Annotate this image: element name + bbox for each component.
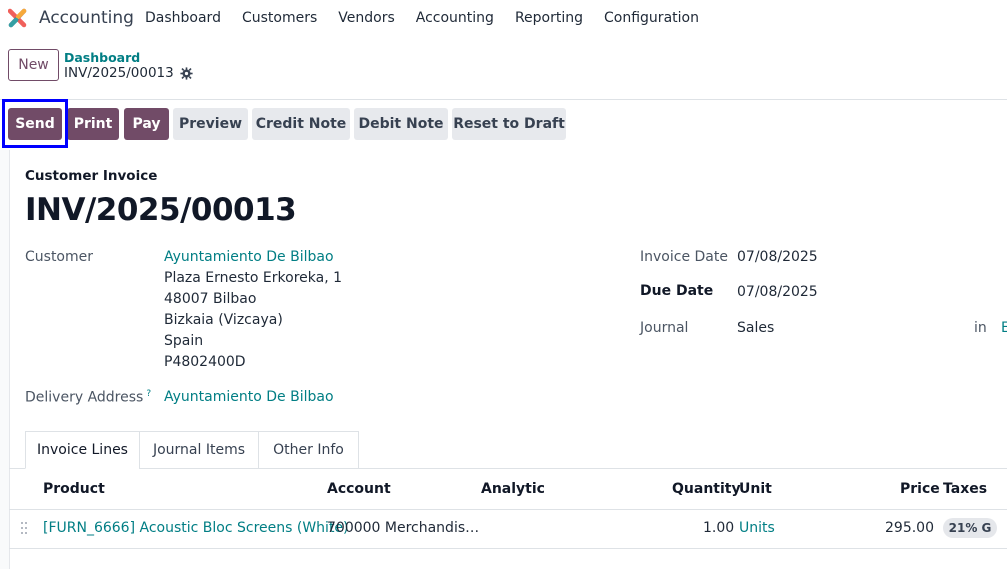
customer-name-link[interactable]: Ayuntamiento De Bilbao: [164, 249, 334, 265]
help-icon[interactable]: ?: [146, 389, 151, 399]
line-product-link[interactable]: [FURN_6666] Acoustic Bloc Screens (White…: [43, 520, 349, 536]
address-line: Spain: [164, 333, 204, 349]
invoice-date-field[interactable]: 07/08/2025: [737, 249, 818, 265]
line-account[interactable]: 700000 Merchandis…: [327, 520, 479, 536]
drag-handle-icon[interactable]: [21, 522, 29, 536]
due-date-label: Due Date: [640, 283, 714, 299]
column-account[interactable]: Account: [327, 481, 391, 497]
document-type: Customer Invoice: [25, 168, 158, 184]
journal-currency-link[interactable]: E: [1001, 320, 1007, 336]
line-unit-link[interactable]: Units: [739, 520, 775, 536]
journal-label: Journal: [640, 320, 689, 336]
delivery-address-label: Delivery Address?: [25, 389, 151, 406]
credit-note-button[interactable]: Credit Note: [252, 108, 350, 140]
breadcrumb-current: INV/2025/00013: [64, 65, 193, 81]
column-price[interactable]: Price: [900, 481, 940, 497]
invoice-date-label: Invoice Date: [640, 249, 728, 265]
column-analytic[interactable]: Analytic: [481, 481, 545, 497]
pay-button[interactable]: Pay: [124, 108, 169, 140]
address-line: 48007 Bilbao: [164, 291, 257, 307]
menu-configuration[interactable]: Configuration: [604, 10, 699, 26]
menu-vendors[interactable]: Vendors: [338, 10, 394, 26]
column-taxes[interactable]: Taxes: [943, 481, 987, 497]
reset-to-draft-button[interactable]: Reset to Draft: [452, 108, 566, 140]
print-button[interactable]: Print: [67, 108, 119, 140]
tab-other-info[interactable]: Other Info: [258, 431, 359, 469]
send-highlight-box: [2, 99, 68, 148]
column-unit[interactable]: Unit: [739, 481, 772, 497]
journal-in-label: in: [974, 320, 987, 336]
tab-journal-items[interactable]: Journal Items: [139, 431, 259, 469]
top-navbar: Accounting Dashboard Customers Vendors A…: [0, 0, 1007, 36]
line-price[interactable]: 295.00: [885, 520, 934, 536]
tax-id: P4802400D: [164, 354, 246, 370]
menu-customers[interactable]: Customers: [242, 10, 317, 26]
tax-badge[interactable]: 21% G: [943, 518, 997, 538]
gear-icon[interactable]: [180, 66, 193, 80]
journal-field[interactable]: Sales: [737, 320, 774, 336]
row-divider: [9, 548, 1007, 549]
column-quantity[interactable]: Quantity: [672, 481, 741, 497]
menu-reporting[interactable]: Reporting: [515, 10, 583, 26]
tab-invoice-lines[interactable]: Invoice Lines: [25, 431, 140, 469]
customer-label: Customer: [25, 249, 94, 265]
delivery-address-text: Delivery Address: [25, 389, 144, 406]
due-date-field[interactable]: 07/08/2025: [737, 284, 818, 300]
address-line: Bizkaia (Vizcaya): [164, 312, 283, 328]
action-bar: Send Print Pay Preview Credit Note Debit…: [0, 100, 1007, 150]
app-name[interactable]: Accounting: [39, 8, 134, 28]
address-line: Plaza Ernesto Erkoreka, 1: [164, 270, 343, 286]
debit-note-button[interactable]: Debit Note: [354, 108, 448, 140]
menu-dashboard[interactable]: Dashboard: [145, 10, 221, 26]
record-name: INV/2025/00013: [64, 65, 174, 81]
line-quantity[interactable]: 1.00: [703, 520, 734, 536]
accounting-app-icon[interactable]: [8, 8, 28, 28]
main-menu: Dashboard Customers Vendors Accounting R…: [145, 10, 720, 26]
breadcrumb-dashboard[interactable]: Dashboard: [64, 50, 140, 65]
column-product[interactable]: Product: [43, 481, 105, 497]
delivery-address-link[interactable]: Ayuntamiento De Bilbao: [164, 389, 334, 405]
invoice-number: INV/2025/00013: [25, 192, 297, 228]
new-button[interactable]: New: [8, 49, 59, 81]
menu-accounting[interactable]: Accounting: [416, 10, 494, 26]
preview-button[interactable]: Preview: [173, 108, 248, 140]
